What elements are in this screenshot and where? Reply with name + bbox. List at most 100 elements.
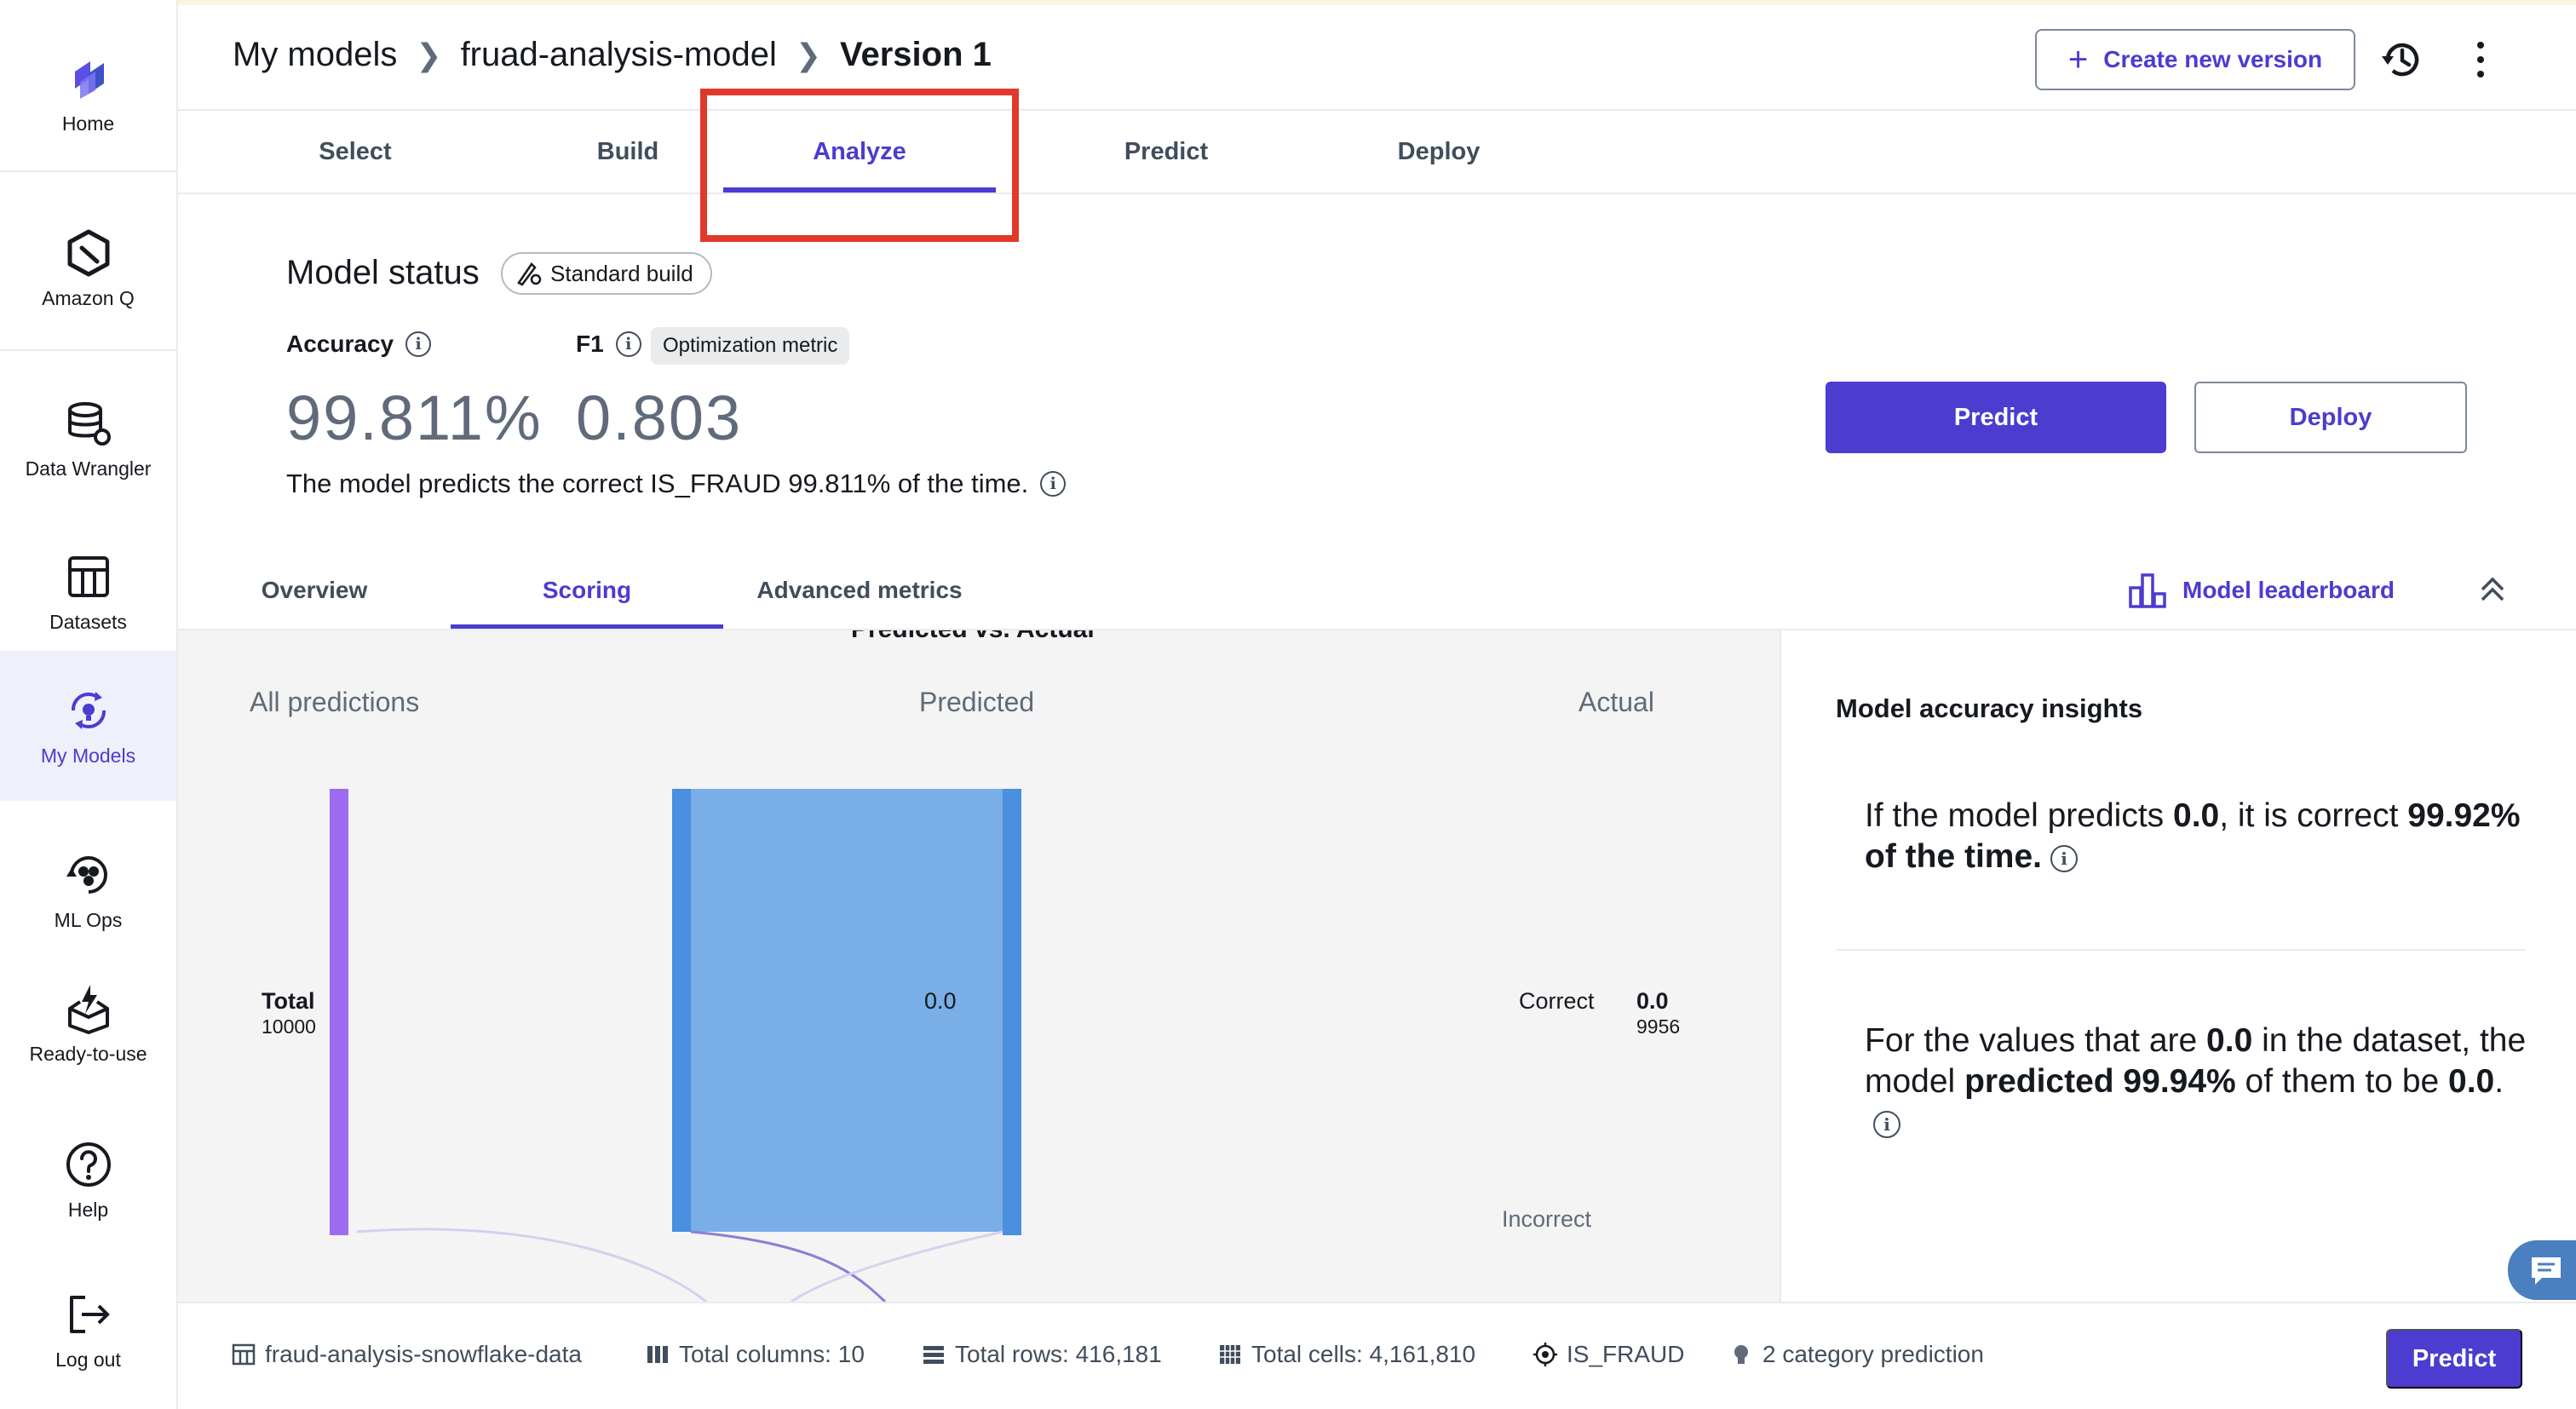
tab-select[interactable]: Select: [219, 111, 492, 193]
model-leaderboard-link[interactable]: Model leaderboard: [2128, 571, 2395, 610]
link-label-correct: Correct: [1519, 988, 1595, 1014]
nav-log-out[interactable]: Log out: [0, 1257, 176, 1402]
nav-data-wrangler[interactable]: Data Wrangler: [0, 366, 176, 511]
nav-help[interactable]: Help: [0, 1107, 176, 1252]
create-new-version-button[interactable]: + Create new version: [2035, 29, 2355, 90]
info-icon[interactable]: i: [615, 331, 641, 357]
node-value-total: 10000: [262, 1015, 316, 1038]
f1-value: 0.803: [576, 382, 743, 453]
node-label-actual-text: 0.0: [1636, 988, 1669, 1014]
footer-target: IS_FRAUD: [1532, 1341, 1684, 1368]
accuracy-value: 99.811%: [286, 382, 543, 453]
model-leaderboard-label: Model leaderboard: [2182, 577, 2395, 603]
node-bar-predicted[interactable]: [672, 789, 691, 1232]
node-label-actual: 0.0: [1636, 988, 1669, 1015]
insights-divider: [1836, 949, 2526, 951]
nav-label: Ready-to-use: [29, 1043, 147, 1065]
nav-ml-ops[interactable]: ML Ops: [0, 818, 176, 963]
tab-overview[interactable]: Overview: [178, 552, 451, 629]
info-icon[interactable]: i: [1873, 1110, 1900, 1138]
nav-divider: [0, 349, 176, 351]
footer-predict-button[interactable]: Predict: [2386, 1329, 2522, 1389]
chat-feedback-button[interactable]: [2508, 1240, 2576, 1300]
footer-prediction-type: 2 category prediction: [1728, 1341, 1984, 1368]
nav-label: Datasets: [49, 610, 127, 633]
nav-label: Help: [67, 1198, 109, 1221]
rows-icon: [923, 1346, 944, 1364]
cells-icon: [1220, 1345, 1240, 1364]
help-icon: [66, 1142, 111, 1187]
nav-datasets[interactable]: Datasets: [0, 520, 176, 664]
footer-prediction-type-text: 2 category prediction: [1762, 1341, 1984, 1367]
flow-band-total-to-predicted[interactable]: [348, 789, 672, 1232]
model-status-title: Model status: [286, 254, 480, 291]
node-bar-total[interactable]: [330, 789, 348, 1235]
flow-curve-1: [356, 1228, 707, 1302]
target-icon: [1533, 1343, 1557, 1366]
tab-predict[interactable]: Predict: [1030, 111, 1302, 193]
predicted-vs-actual-chart: Predicted vs. Actual All predictions Pre…: [178, 630, 1780, 1302]
more-options-icon[interactable]: [2468, 37, 2493, 82]
footer-columns-text: Total columns: 10: [679, 1341, 865, 1367]
insight-text: If the model predicts: [1865, 797, 2174, 834]
tab-deploy[interactable]: Deploy: [1302, 111, 1575, 193]
nav-divider: [0, 170, 176, 172]
breadcrumb-model[interactable]: fruad-analysis-model: [461, 36, 777, 74]
tab-advanced-metrics[interactable]: Advanced metrics: [723, 552, 996, 629]
left-navigation: Home Amazon Q Data Wrangler Datasets My …: [0, 0, 178, 1409]
accuracy-label-text: Accuracy: [286, 331, 394, 357]
amazon-q-icon: [67, 229, 109, 276]
chevron-right-icon: ❯: [795, 37, 822, 72]
build-icon: [517, 262, 542, 286]
flow-curve-2: [690, 1230, 887, 1302]
ml-ops-icon: [66, 855, 107, 894]
footer-columns: Total columns: 10: [645, 1341, 865, 1368]
standard-build-label: Standard build: [550, 260, 693, 286]
log-out-icon: [69, 1295, 110, 1333]
footer-cells-text: Total cells: 4,161,810: [1251, 1341, 1476, 1367]
leaderboard-icon: [2129, 573, 2166, 608]
info-icon[interactable]: i: [2050, 844, 2079, 872]
nav-amazon-q[interactable]: Amazon Q: [0, 196, 176, 341]
nav-label: ML Ops: [54, 908, 123, 931]
plus-icon: +: [2067, 40, 2089, 78]
my-models-icon: [71, 691, 106, 729]
nav-home[interactable]: Home: [0, 17, 176, 170]
collapse-icon[interactable]: [2475, 572, 2510, 607]
nav-my-models[interactable]: My Models: [0, 651, 176, 801]
insight-text: .: [2494, 1063, 2504, 1100]
optimization-metric-badge: Optimization metric: [651, 327, 850, 365]
node-value-actual: 9956: [1636, 1015, 1681, 1038]
insights-title: Model accuracy insights: [1836, 693, 2143, 723]
datasets-icon: [67, 555, 109, 597]
nav-label: Data Wrangler: [25, 457, 152, 480]
breadcrumb-version: Version 1: [840, 36, 992, 73]
deploy-button[interactable]: Deploy: [2194, 382, 2467, 453]
breadcrumb-my-models[interactable]: My models: [233, 36, 397, 74]
tab-scoring[interactable]: Scoring: [451, 552, 723, 629]
info-icon[interactable]: i: [1040, 471, 1067, 497]
breadcrumb: My models ❯ fruad-analysis-model ❯ Versi…: [233, 36, 992, 74]
footer-dataset-text: fraud-analysis-snowflake-data: [265, 1341, 582, 1367]
node-bar-actual[interactable]: [1003, 789, 1021, 1235]
ready-to-use-icon: [67, 985, 109, 1034]
tab-analyze[interactable]: Analyze: [723, 111, 996, 193]
standard-build-badge: Standard build: [501, 252, 712, 295]
workflow-tabs: Select Build Analyze Predict Deploy: [178, 111, 2576, 194]
footer-rows: Total rows: 416,181: [921, 1341, 1162, 1368]
footer-cells: Total cells: 4,161,810: [1217, 1341, 1475, 1368]
f1-label-text: F1: [576, 331, 604, 357]
node-label-predicted: 0.0: [924, 988, 957, 1014]
footer-target-text: IS_FRAUD: [1567, 1341, 1685, 1367]
nav-label: Log out: [55, 1348, 121, 1371]
version-history-icon[interactable]: [2379, 37, 2424, 82]
table-icon: [232, 1343, 256, 1366]
nav-ready-to-use[interactable]: Ready-to-use: [0, 971, 176, 1073]
predict-button[interactable]: Predict: [1826, 382, 2166, 453]
node-label-total: Total: [262, 988, 315, 1015]
insight-value: 0.0: [2206, 1022, 2253, 1059]
info-icon[interactable]: i: [405, 331, 432, 357]
node-label-total-text: Total: [262, 988, 315, 1014]
insight-precision: If the model predicts 0.0, it is correct…: [1865, 796, 2529, 877]
model-accuracy-insights: Model accuracy insights If the model pre…: [1780, 630, 2576, 1302]
